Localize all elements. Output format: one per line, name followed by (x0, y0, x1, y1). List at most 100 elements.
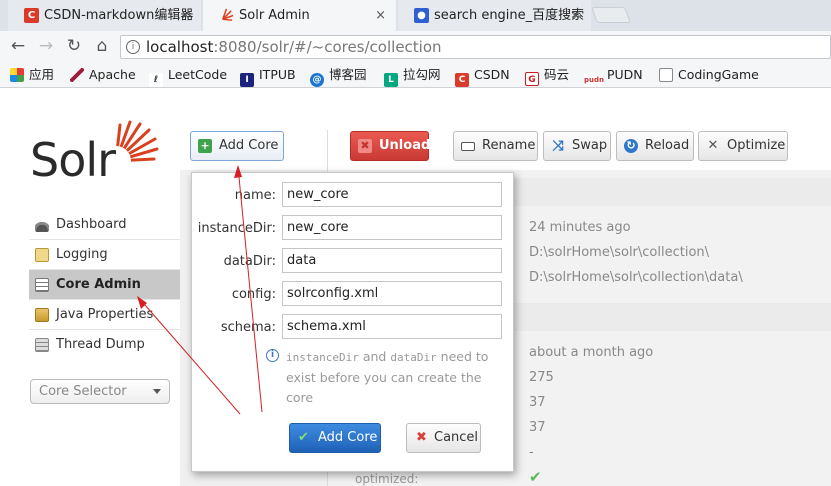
bookmark-csdn[interactable]: C CSDN (455, 62, 510, 88)
instance-dir-field[interactable]: new_core (282, 215, 502, 240)
bookmark-label: PUDN (607, 67, 643, 82)
forward-icon[interactable]: → (34, 34, 58, 58)
sidebar-item-dashboard[interactable]: Dashboard (29, 210, 180, 240)
rename-icon (461, 142, 475, 151)
tab-solr-admin[interactable]: Solr Admin × (203, 0, 396, 31)
unload-button[interactable]: ✖ Unload (350, 131, 431, 161)
bookmark-gitee[interactable]: G 码云 (525, 62, 569, 88)
dialog-cancel-button[interactable]: ✖ Cancel (406, 423, 481, 453)
bookmark-apache[interactable]: Apache (70, 62, 136, 88)
baidu-paw-icon: ● (414, 8, 429, 23)
dialog-add-core-button[interactable]: ✔ Add Core (289, 423, 381, 453)
close-tab-icon[interactable]: × (375, 0, 386, 31)
dash-value: - (529, 445, 534, 460)
tab-baidu[interactable]: ● search engine_百度搜索 × (398, 0, 591, 31)
pudn-icon: pudn (584, 73, 604, 87)
dashboard-icon (35, 218, 49, 232)
apps-grid-icon (10, 68, 24, 82)
lagou-icon: L (384, 73, 398, 87)
swap-button[interactable]: ⤨ Swap (543, 131, 611, 161)
optimized-label: optimized: (355, 472, 419, 486)
optimize-button[interactable]: ✕ Optimize (698, 131, 788, 161)
max-doc-value: 37 (529, 395, 546, 410)
sidebar-item-label: Thread Dump (56, 337, 145, 352)
new-tab-button[interactable] (591, 7, 631, 23)
back-icon[interactable]: ← (6, 34, 30, 58)
name-field[interactable]: new_core (282, 182, 502, 207)
wrench-icon: ✕ (707, 138, 719, 153)
unload-label: Unload (379, 138, 431, 153)
bookmark-leetcode[interactable]: ℓ LeetCode (149, 62, 227, 88)
bookmark-label: LeetCode (168, 67, 228, 82)
bookmark-lagou[interactable]: L 拉勾网 (384, 62, 441, 88)
url-path: :8080/solr/#/~cores/collection (213, 38, 442, 56)
url-host: localhost (146, 38, 214, 56)
tab-title: search engine_百度搜索 (434, 8, 585, 23)
itpub-icon: I (240, 73, 254, 87)
instance-dir-label: instanceDir: (197, 221, 276, 236)
bookmark-label: Apache (89, 67, 136, 82)
dialog-add-core-label: Add Core (318, 430, 378, 445)
logging-icon (35, 248, 49, 262)
rename-label: Rename (482, 138, 536, 153)
dialog-hint: instanceDir and dataDir need to exist be… (286, 347, 496, 408)
bookmark-label: CodingGame (678, 67, 759, 82)
reload-page-icon[interactable]: ↻ (62, 34, 86, 58)
swap-label: Swap (572, 138, 608, 153)
solr-icon (219, 8, 234, 23)
instance-dir-value: D:\solrHome\solr\collection\ (529, 245, 710, 260)
info-icon: i (266, 349, 279, 362)
swap-icon: ⤨ (552, 138, 564, 154)
bookmark-cnblogs[interactable]: @ 博客园 (310, 62, 367, 88)
check-icon: ✔ (298, 430, 309, 445)
reload-button[interactable]: ↻ Reload (616, 131, 694, 161)
reload-label: Reload (645, 138, 690, 153)
data-dir-label: dataDir: (223, 254, 276, 269)
deleted-docs-value: 37 (529, 420, 546, 435)
sidebar-item-label: Dashboard (56, 217, 127, 232)
reload-icon: ↻ (624, 139, 638, 153)
solr-sun-icon (110, 120, 159, 167)
tab-title: CSDN-markdown编辑器 (44, 8, 194, 23)
plus-icon: + (198, 139, 212, 153)
data-dir-field[interactable]: data (282, 248, 502, 273)
config-label: config: (231, 287, 276, 302)
tab-csdn[interactable]: C CSDN-markdown编辑器 × (8, 0, 201, 31)
config-field[interactable]: solrconfig.xml (282, 281, 502, 306)
add-core-button[interactable]: + Add Core (190, 131, 284, 161)
bookmark-pudn[interactable]: pudn PUDN (584, 62, 643, 88)
sidebar-item-core-admin[interactable]: Core Admin (29, 270, 180, 300)
info-icon[interactable]: i (126, 40, 140, 54)
x-icon: ✖ (358, 139, 372, 153)
gitee-icon: G (525, 72, 539, 86)
schema-field[interactable]: schema.xml (282, 314, 502, 339)
thread-dump-icon (35, 338, 49, 352)
close-tab-icon[interactable]: × (570, 0, 581, 31)
apache-feather-icon (70, 68, 84, 82)
start-time-value: 24 minutes ago (529, 220, 631, 235)
bookmark-itpub[interactable]: I ITPUB (240, 62, 296, 88)
sidebar-item-label: Core Admin (56, 277, 141, 292)
page-icon (659, 68, 673, 82)
sidebar-item-thread-dump[interactable]: Thread Dump (29, 330, 180, 360)
close-tab-icon[interactable]: × (180, 0, 191, 31)
last-modified-value: about a month ago (529, 345, 654, 360)
bookmark-codinggame[interactable]: CodingGame (659, 62, 759, 88)
core-selector[interactable]: Core Selector (30, 379, 170, 404)
x-icon: ✖ (416, 430, 427, 445)
dialog-cancel-label: Cancel (434, 430, 479, 445)
sidebar-item-logging[interactable]: Logging (29, 240, 180, 270)
sidebar-item-java-properties[interactable]: Java Properties (29, 300, 180, 330)
bookmark-label: ITPUB (259, 67, 296, 82)
bookmark-apps[interactable]: 应用 (10, 62, 54, 88)
url-text: localhost:8080/solr/#/~cores/collection (146, 37, 442, 57)
bookmark-label: CSDN (474, 67, 510, 82)
home-icon[interactable]: ⌂ (90, 34, 114, 58)
name-label: name: (234, 188, 276, 203)
rename-button[interactable]: Rename (453, 131, 538, 161)
solr-logo-text: Solr (30, 133, 116, 187)
csdn-icon: C (455, 73, 469, 87)
csdn-icon: C (24, 8, 39, 23)
hint-code: instanceDir (286, 351, 359, 364)
add-core-label: Add Core (219, 138, 279, 153)
